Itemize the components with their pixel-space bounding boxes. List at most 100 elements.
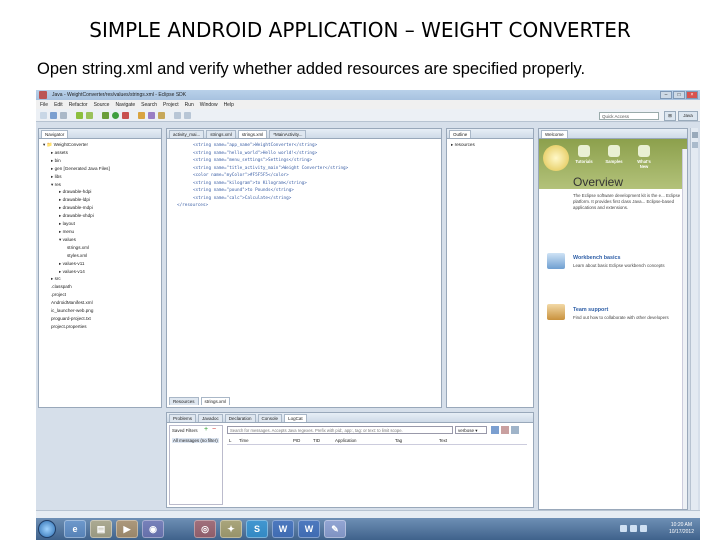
tab-navigator[interactable]: Navigator xyxy=(41,130,69,138)
maximize-button[interactable]: □ xyxy=(673,91,685,99)
tree-item[interactable]: styles.xml xyxy=(43,252,110,260)
save-icon[interactable] xyxy=(50,112,57,119)
tree-item[interactable]: ▾ 📁 WeightConverter xyxy=(43,141,110,149)
save-log-icon[interactable] xyxy=(491,426,499,434)
tree-item[interactable]: ic_launcher-web.png xyxy=(43,307,110,315)
tree-item[interactable]: ▸ drawable-ldpi xyxy=(43,196,110,204)
code-editor[interactable]: <string name="app_name">WeightConverter<… xyxy=(177,142,348,210)
open-type-icon[interactable] xyxy=(148,112,155,119)
search-icon[interactable] xyxy=(158,112,165,119)
col-time[interactable]: Time xyxy=(239,438,249,443)
tree-item[interactable]: ▸ drawable-hdpi xyxy=(43,188,110,196)
restore-icon[interactable] xyxy=(692,132,698,138)
menu-project[interactable]: Project xyxy=(163,102,179,108)
col-text[interactable]: Text xyxy=(439,438,447,443)
tray-network-icon[interactable] xyxy=(620,525,627,532)
tree-item[interactable]: ▸ bin xyxy=(43,157,110,165)
tree-item[interactable]: ▸ drawable-xhdpi xyxy=(43,212,110,220)
task-list-icon[interactable] xyxy=(692,142,698,148)
tab-console[interactable]: Console xyxy=(257,414,283,422)
print-icon[interactable] xyxy=(60,112,67,119)
menu-window[interactable]: Window xyxy=(200,102,218,108)
java-perspective-button[interactable]: Java xyxy=(678,111,698,121)
tab-activity-main[interactable]: activity_mai... xyxy=(169,130,205,138)
workbench-basics-link[interactable]: Workbench basics xyxy=(573,255,621,261)
taskbar-word-icon[interactable]: W xyxy=(272,520,294,538)
tab-resources[interactable]: Resources xyxy=(169,397,199,405)
taskbar-media-icon[interactable]: ▶ xyxy=(116,520,138,538)
external-tools-icon[interactable] xyxy=(122,112,129,119)
tree-item[interactable]: ▾ res xyxy=(43,181,110,189)
log-level-select[interactable]: verbose ▾ xyxy=(455,426,487,434)
tab-main-activity[interactable]: *MainActivity... xyxy=(269,130,307,138)
tab-problems[interactable]: Problems xyxy=(169,414,197,422)
minimize-button[interactable]: – xyxy=(660,91,672,99)
filter-item-all-messages[interactable]: All messages (no filter) xyxy=(172,438,219,443)
tab-logcat[interactable]: LogCat xyxy=(284,414,307,422)
back-icon[interactable] xyxy=(174,112,181,119)
forward-icon[interactable] xyxy=(184,112,191,119)
new-java-project-icon[interactable] xyxy=(138,112,145,119)
menu-help[interactable]: Help xyxy=(224,102,234,108)
tree-item[interactable]: ▸ values-v11 xyxy=(43,260,110,268)
menu-source[interactable]: Source xyxy=(94,102,110,108)
taskbar-word2-icon[interactable]: W xyxy=(298,520,320,538)
tray-flag-icon[interactable] xyxy=(630,525,637,532)
run-icon[interactable] xyxy=(112,112,119,119)
tab-declaration[interactable]: Declaration xyxy=(224,414,256,422)
team-support-link[interactable]: Team support xyxy=(573,307,608,313)
tree-item[interactable]: ▸ drawable-mdpi xyxy=(43,204,110,212)
col-application[interactable]: Application xyxy=(335,438,356,443)
debug-icon[interactable] xyxy=(102,112,109,119)
tree-item[interactable]: strings.xml xyxy=(43,244,110,252)
new-icon[interactable] xyxy=(40,112,47,119)
logcat-search-input[interactable]: Search for messages. Accepts Java regexe… xyxy=(227,426,453,434)
avd-icon[interactable] xyxy=(86,112,93,119)
tree-item[interactable]: ▸ libs xyxy=(43,173,110,181)
taskbar-chrome-icon[interactable]: ◎ xyxy=(194,520,216,538)
tutorials-link[interactable]: Tutorials xyxy=(575,145,593,169)
tab-strings-xml-source[interactable]: strings.xml xyxy=(200,397,231,405)
tree-item[interactable]: project.properties xyxy=(43,323,110,331)
taskbar-ie-icon[interactable]: e xyxy=(64,520,86,538)
tab-javadoc[interactable]: Javadoc xyxy=(198,414,223,422)
clear-log-icon[interactable] xyxy=(501,426,509,434)
scroll-lock-icon[interactable] xyxy=(511,426,519,434)
whats-new-link[interactable]: What's New xyxy=(635,145,653,169)
tree-item[interactable]: .project xyxy=(43,291,110,299)
tree-item[interactable]: AndroidManifest.xml xyxy=(43,299,110,307)
tree-item[interactable]: ▾ values xyxy=(43,236,110,244)
tree-item[interactable]: .classpath xyxy=(43,283,110,291)
taskbar-clock[interactable]: 10:20 AM 10/17/2012 xyxy=(669,522,694,536)
menu-refactor[interactable]: Refactor xyxy=(69,102,88,108)
tab-welcome[interactable]: Welcome xyxy=(541,130,568,138)
col-pid[interactable]: PID xyxy=(293,438,300,443)
tree-item[interactable]: ▸ values-v14 xyxy=(43,268,110,276)
add-filter-icon[interactable]: + xyxy=(204,426,208,433)
taskbar-paint-icon[interactable]: ✎ xyxy=(324,520,346,538)
tree-item[interactable]: ▸ layout xyxy=(43,220,110,228)
menu-run[interactable]: Run xyxy=(185,102,194,108)
remove-filter-icon[interactable]: − xyxy=(212,426,216,433)
tree-item[interactable]: ▸ src xyxy=(43,275,110,283)
tree-item[interactable]: ▸ assets xyxy=(43,149,110,157)
tree-item[interactable]: ▸ menu xyxy=(43,228,110,236)
tab-strings-xml-active[interactable]: strings.xml xyxy=(237,130,268,138)
tree-item[interactable]: ▸ gen [Generated Java Files] xyxy=(43,165,110,173)
col-tag[interactable]: Tag xyxy=(395,438,402,443)
start-button[interactable] xyxy=(38,520,56,538)
welcome-scrollbar[interactable] xyxy=(682,149,687,509)
tab-strings-xml[interactable]: strings.xml xyxy=(206,130,236,138)
menu-file[interactable]: File xyxy=(40,102,48,108)
taskbar-skype-icon[interactable]: S xyxy=(246,520,268,538)
tree-item[interactable]: ▸ resources xyxy=(451,141,475,149)
close-button[interactable]: × xyxy=(686,91,698,99)
samples-link[interactable]: Samples xyxy=(605,145,623,169)
taskbar-explorer-icon[interactable]: ▤ xyxy=(90,520,112,538)
taskbar-eclipse-icon[interactable]: ◉ xyxy=(142,520,164,538)
col-level[interactable]: L xyxy=(229,438,231,443)
menu-navigate[interactable]: Navigate xyxy=(115,102,135,108)
tray-volume-icon[interactable] xyxy=(640,525,647,532)
col-tid[interactable]: TID xyxy=(313,438,320,443)
tab-outline[interactable]: Outline xyxy=(449,130,472,138)
